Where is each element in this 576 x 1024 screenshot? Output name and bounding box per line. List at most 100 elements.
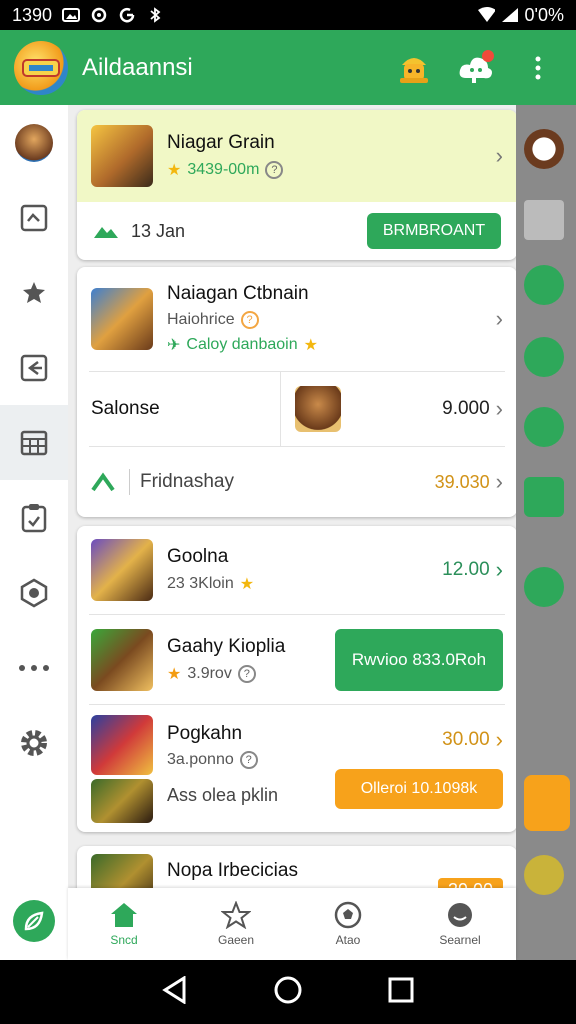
game-thumbnail (91, 288, 153, 350)
price-value: 9.000 (442, 398, 490, 419)
sidebar-item-more[interactable] (0, 630, 68, 705)
list-item[interactable]: Pogkahn 3a.ponno ? Ass olea pklin 30.00 … (77, 705, 517, 832)
list-item[interactable]: Gaahy Kioplia ★ 3.9rov ? Rwvioo 833.0Roh (77, 615, 517, 704)
list-card: Goolna 23 3Kloin ★ 12.00 › Gaahy Kioplia… (77, 526, 517, 832)
character-icon[interactable] (394, 48, 434, 88)
info-icon[interactable]: ? (265, 161, 284, 179)
calendar-icon (20, 430, 48, 455)
primary-action-button[interactable]: BRMBROANT (367, 213, 501, 249)
gallery-icon (20, 204, 48, 231)
tab-sports[interactable]: Atao (292, 888, 404, 960)
item-subtitle: 23 3Kloin (167, 575, 234, 592)
sync-icon (90, 7, 108, 23)
chevron-right-icon[interactable]: › (496, 557, 503, 583)
item-description: Ass olea pklin (167, 785, 279, 805)
star-icon (221, 901, 251, 929)
tab-label: Searnel (439, 933, 481, 947)
sidebar-item-view[interactable] (0, 555, 68, 630)
sidebar-item-gallery[interactable] (0, 180, 68, 255)
bottom-nav: Sncd Gaeen Atao Searnel (68, 888, 516, 960)
detail-card: Naiagan Ctbnain Haiohrice ? ✈ Caloy danb… (77, 267, 517, 517)
review-button[interactable]: Rwvioo 833.0Roh (335, 628, 503, 691)
tab-search[interactable]: Searnel (404, 888, 516, 960)
chevron-right-icon[interactable]: › (496, 396, 503, 422)
signal-icon (501, 7, 519, 23)
app-bar: Aildaannsi (0, 30, 576, 105)
side-panel-peek[interactable] (516, 105, 576, 960)
gallery-icon (62, 7, 81, 23)
status-time: 1390 (12, 4, 53, 25)
avatar (15, 123, 53, 162)
star-icon: ★ (167, 162, 182, 179)
status-bar: 1390 0'0% (0, 0, 576, 30)
app-logo-icon[interactable] (14, 40, 68, 95)
offer-button[interactable]: Olleroi 10.1098k (335, 769, 503, 809)
split-row: Salonse 9.000 › (77, 372, 517, 446)
sidebar-item-puzzle[interactable] (0, 255, 68, 330)
info-icon[interactable]: ? (237, 664, 256, 683)
system-nav-bar (0, 960, 576, 1024)
sidebar-item-import[interactable] (0, 330, 68, 405)
list-item[interactable]: Goolna 23 3Kloin ★ 12.00 › (77, 526, 517, 614)
row-label: Fridnashay (140, 471, 234, 492)
recents-icon[interactable] (388, 977, 414, 1008)
sidebar-avatar[interactable] (0, 105, 68, 180)
item-tag-row: ✈ Caloy danbaoin ★ (167, 335, 318, 355)
sidebar-item-settings[interactable] (0, 705, 68, 780)
tab-label: Atao (335, 933, 361, 947)
eye-icon (20, 578, 48, 607)
home-circle-icon[interactable] (273, 975, 303, 1010)
item-title: Niagar Grain (167, 132, 275, 153)
shield-icon (524, 775, 570, 831)
chevron-right-icon[interactable]: › (496, 306, 503, 332)
info-icon[interactable]: ? (239, 751, 258, 769)
leaf-icon (524, 265, 564, 305)
item-title: Pogkahn (167, 723, 243, 744)
leaf-icon (524, 855, 564, 895)
sidebar-item-clipboard[interactable] (0, 480, 68, 555)
sidebar-fab-button[interactable] (13, 900, 55, 942)
battery-level: 0'0% (524, 4, 564, 25)
featured-item[interactable]: Niagar Grain ★ 3439-00m ? › (77, 110, 517, 202)
gear-icon (21, 729, 47, 756)
puzzle-icon (23, 281, 45, 303)
game-thumbnail (91, 715, 153, 775)
sidebar-item-calendar[interactable] (0, 405, 68, 480)
star-icon: ★ (303, 337, 318, 354)
chevron-right-icon[interactable]: › (496, 143, 503, 169)
info-icon[interactable]: ? (240, 311, 259, 329)
item-title: Naiagan Ctbnain (167, 283, 309, 304)
friendship-row[interactable]: Fridnashay 39.030 › (77, 447, 517, 517)
date-row: 13 Jan BRMBROANT (77, 202, 517, 260)
gallery-icon (524, 200, 564, 240)
tab-label: Gaeen (217, 933, 255, 947)
bluetooth-icon (146, 7, 164, 23)
item-subtitle: 3a.ponno (167, 751, 234, 768)
chevron-right-icon[interactable]: › (496, 469, 503, 495)
tab-games[interactable]: Gaeen (180, 888, 292, 960)
star-icon: ★ (167, 665, 182, 683)
item-title: Goolna (167, 546, 229, 567)
tab-home[interactable]: Sncd (68, 888, 180, 960)
more-vert-icon[interactable] (518, 48, 558, 88)
sale-cell[interactable]: Salonse (77, 372, 281, 446)
thumbnail-stack (91, 715, 153, 823)
plane-icon: ✈ (167, 337, 181, 354)
wifi-icon (477, 7, 495, 23)
back-icon[interactable] (162, 974, 188, 1009)
detail-item[interactable]: Naiagan Ctbnain Haiohrice ? ✈ Caloy danb… (77, 267, 517, 371)
hill-icon (94, 227, 118, 238)
main-content: Niagar Grain ★ 3439-00m ? › 13 Jan BRMBR… (68, 105, 526, 960)
item-meta: ★ 3.9rov ? (167, 664, 285, 684)
cloud-notification-icon[interactable] (456, 48, 496, 88)
game-thumbnail (91, 125, 153, 187)
item-value: 30.00 (442, 729, 490, 750)
chevron-right-icon[interactable]: › (496, 727, 503, 753)
leaf-icon (24, 911, 44, 931)
item-meta: ★ 3439-00m ? (167, 160, 284, 180)
price-cell[interactable]: 9.000 › (281, 372, 517, 446)
chat-icon (524, 407, 564, 447)
featured-card: Niagar Grain ★ 3439-00m ? › 13 Jan BRMBR… (77, 110, 517, 260)
item-value: 12.00 (442, 559, 490, 580)
screen-icon (524, 477, 564, 517)
